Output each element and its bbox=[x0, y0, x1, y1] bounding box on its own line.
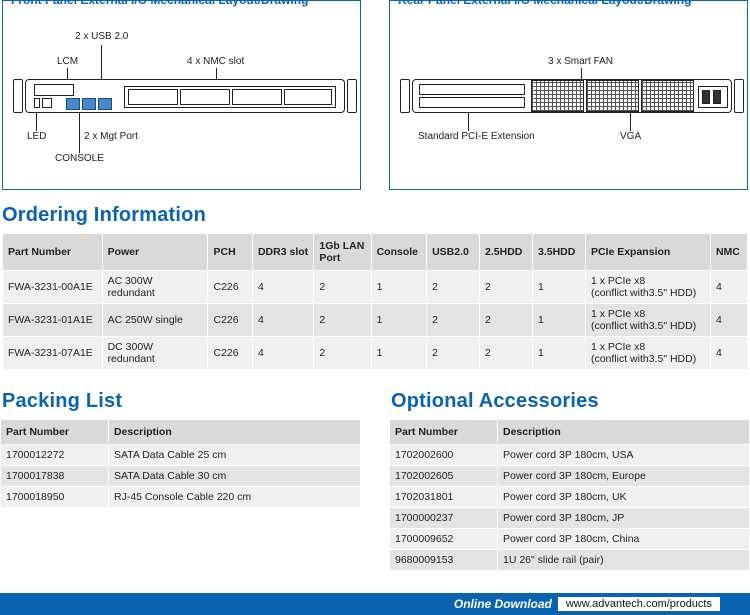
optional-table: Part NumberDescription 1702002600Power c… bbox=[389, 419, 750, 571]
table-cell: 1700017838 bbox=[1, 466, 109, 487]
table-row: 1700000237Power cord 3P 180cm, JP bbox=[390, 508, 750, 529]
table-cell: 2 bbox=[427, 271, 480, 304]
table-cell: 1 bbox=[371, 304, 427, 337]
table-row: 1700018950RJ-45 Console Cable 220 cm bbox=[1, 487, 361, 508]
label-console: CONSOLE bbox=[55, 153, 104, 164]
packing-table: Part NumberDescription 1700012272SATA Da… bbox=[0, 419, 361, 508]
table-cell: 1 x PCIe x8(conflict with3.5" HDD) bbox=[585, 271, 710, 304]
table-row: FWA-3231-01A1EAC 250W singleC2264212211 … bbox=[3, 304, 748, 337]
table-cell: 1 x PCIe x8(conflict with3.5" HDD) bbox=[585, 337, 710, 370]
ordering-table: Part NumberPowerPCHDDR3 slot1Gb LAN Port… bbox=[2, 233, 748, 370]
front-panel: Front Panel External I/O Mechanical Layo… bbox=[2, 0, 361, 190]
table-cell: FWA-3231-01A1E bbox=[3, 304, 103, 337]
label-fan: 3 x Smart FAN bbox=[548, 56, 613, 67]
table-cell: 1 x PCIe x8(conflict with3.5" HDD) bbox=[585, 304, 710, 337]
table-cell: 1 bbox=[371, 337, 427, 370]
table-cell: 4 bbox=[710, 271, 747, 304]
table-cell: Power cord 3P 180cm, Europe bbox=[498, 466, 750, 487]
table-row: 1700017838SATA Data Cable 30 cm bbox=[1, 466, 361, 487]
col-header: 2.5HDD bbox=[480, 234, 533, 271]
table-cell: 1 bbox=[533, 271, 586, 304]
table-cell: 1702002600 bbox=[390, 445, 498, 466]
table-cell: Power cord 3P 180cm, USA bbox=[498, 445, 750, 466]
table-cell: 2 bbox=[427, 337, 480, 370]
table-cell: C226 bbox=[208, 337, 252, 370]
col-header: Description bbox=[109, 420, 361, 445]
table-cell: 2 bbox=[314, 337, 371, 370]
col-header: NMC bbox=[710, 234, 747, 271]
optional-heading: Optional Accessories bbox=[391, 390, 750, 413]
table-cell: AC 250W single bbox=[102, 304, 208, 337]
col-header: Power bbox=[102, 234, 208, 271]
col-header: Description bbox=[498, 420, 750, 445]
table-cell: C226 bbox=[208, 304, 252, 337]
footer-label: Online Download bbox=[454, 597, 552, 611]
table-cell: SATA Data Cable 25 cm bbox=[109, 445, 361, 466]
col-header: 1Gb LAN Port bbox=[314, 234, 371, 271]
table-row: 1702002605Power cord 3P 180cm, Europe bbox=[390, 466, 750, 487]
table-cell: 4 bbox=[710, 337, 747, 370]
table-cell: 2 bbox=[314, 271, 371, 304]
table-cell: 4 bbox=[252, 271, 313, 304]
rear-panel: Rear Panel External I/O Mechanical Layou… bbox=[389, 0, 748, 190]
table-cell: 2 bbox=[480, 271, 533, 304]
table-cell: 2 bbox=[480, 337, 533, 370]
table-cell: DC 300W redundant bbox=[102, 337, 208, 370]
col-header: 3.5HDD bbox=[533, 234, 586, 271]
table-row: 1702031801Power cord 3P 180cm, UK bbox=[390, 487, 750, 508]
label-mgt: 2 x Mgt Port bbox=[84, 131, 138, 142]
table-cell: 4 bbox=[252, 337, 313, 370]
table-cell: 1700000237 bbox=[390, 508, 498, 529]
table-row: 1702002600Power cord 3P 180cm, USA bbox=[390, 445, 750, 466]
table-cell: 4 bbox=[710, 304, 747, 337]
table-cell: 2 bbox=[480, 304, 533, 337]
label-vga: VGA bbox=[620, 131, 641, 142]
col-header: PCIe Expansion bbox=[585, 234, 710, 271]
table-cell: 1702002605 bbox=[390, 466, 498, 487]
label-led: LED bbox=[27, 131, 46, 142]
table-cell: C226 bbox=[208, 271, 252, 304]
packing-heading: Packing List bbox=[2, 390, 361, 413]
table-row: FWA-3231-07A1EDC 300W redundantC22642122… bbox=[3, 337, 748, 370]
table-cell: 1U 26" slide rail (pair) bbox=[498, 550, 750, 571]
table-cell: 2 bbox=[427, 304, 480, 337]
table-cell: 1702031801 bbox=[390, 487, 498, 508]
col-header: PCH bbox=[208, 234, 252, 271]
table-cell: FWA-3231-07A1E bbox=[3, 337, 103, 370]
table-cell: 1700009652 bbox=[390, 529, 498, 550]
table-cell: RJ-45 Console Cable 220 cm bbox=[109, 487, 361, 508]
table-cell: 1 bbox=[533, 304, 586, 337]
ordering-heading: Ordering Information bbox=[2, 204, 750, 227]
table-row: FWA-3231-00A1EAC 300W redundantC22642122… bbox=[3, 271, 748, 304]
table-row: 96800091531U 26" slide rail (pair) bbox=[390, 550, 750, 571]
table-cell: 1700018950 bbox=[1, 487, 109, 508]
col-header: Part Number bbox=[3, 234, 103, 271]
table-cell: AC 300W redundant bbox=[102, 271, 208, 304]
col-header: Part Number bbox=[390, 420, 498, 445]
label-nmc: 4 x NMC slot bbox=[187, 56, 244, 67]
table-cell: 9680009153 bbox=[390, 550, 498, 571]
table-cell: 2 bbox=[314, 304, 371, 337]
table-cell: Power cord 3P 180cm, UK bbox=[498, 487, 750, 508]
table-cell: 1700012272 bbox=[1, 445, 109, 466]
col-header: Console bbox=[371, 234, 427, 271]
table-row: 1700012272SATA Data Cable 25 cm bbox=[1, 445, 361, 466]
table-cell: Power cord 3P 180cm, China bbox=[498, 529, 750, 550]
table-row: 1700009652Power cord 3P 180cm, China bbox=[390, 529, 750, 550]
footer-bar: Online Download www.advantech.com/produc… bbox=[0, 593, 750, 615]
table-cell: 4 bbox=[252, 304, 313, 337]
label-lcm: LCM bbox=[57, 56, 78, 67]
table-cell: Power cord 3P 180cm, JP bbox=[498, 508, 750, 529]
col-header: USB2.0 bbox=[427, 234, 480, 271]
label-usb: 2 x USB 2.0 bbox=[75, 31, 128, 42]
table-cell: 1 bbox=[533, 337, 586, 370]
table-cell: 1 bbox=[371, 271, 427, 304]
col-header: DDR3 slot bbox=[252, 234, 313, 271]
footer-url: www.advantech.com/products bbox=[558, 597, 720, 611]
table-cell: FWA-3231-00A1E bbox=[3, 271, 103, 304]
label-ext: Standard PCI-E Extension bbox=[418, 131, 535, 142]
col-header: Part Number bbox=[1, 420, 109, 445]
table-cell: SATA Data Cable 30 cm bbox=[109, 466, 361, 487]
